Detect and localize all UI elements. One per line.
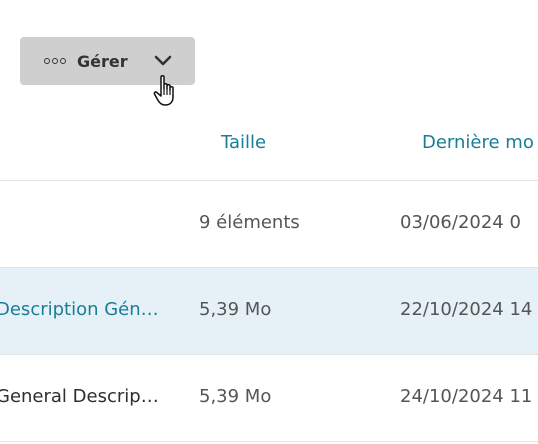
file-modified-date: 22/10/2024 14 bbox=[400, 299, 533, 320]
file-name-link[interactable]: Description Gén… bbox=[0, 299, 164, 320]
table-row-selected[interactable]: Description Gén… 5,39 Mo 22/10/2024 14 bbox=[0, 268, 538, 355]
column-header-modified[interactable]: Dernière mo bbox=[422, 132, 534, 153]
manage-button-label: Gérer bbox=[77, 51, 128, 71]
more-options-icon bbox=[44, 58, 66, 64]
table-header: Taille Dernière mo bbox=[0, 120, 538, 181]
file-size: 5,39 Mo bbox=[199, 299, 272, 320]
column-header-size[interactable]: Taille bbox=[221, 132, 266, 153]
file-modified-date: 03/06/2024 0 bbox=[400, 212, 521, 233]
table-row[interactable]: General Descript… 5,39 Mo 24/10/2024 11 bbox=[0, 355, 538, 442]
file-size: 9 éléments bbox=[199, 212, 300, 233]
file-modified-date: 24/10/2024 11 bbox=[400, 386, 533, 407]
table-row[interactable]: 9 éléments 03/06/2024 0 bbox=[0, 181, 538, 268]
chevron-down-icon bbox=[154, 55, 172, 67]
manage-button[interactable]: Gérer bbox=[20, 37, 195, 85]
file-name[interactable]: General Descript… bbox=[0, 386, 164, 407]
toolbar: Gérer bbox=[20, 37, 195, 85]
file-size: 5,39 Mo bbox=[199, 386, 272, 407]
